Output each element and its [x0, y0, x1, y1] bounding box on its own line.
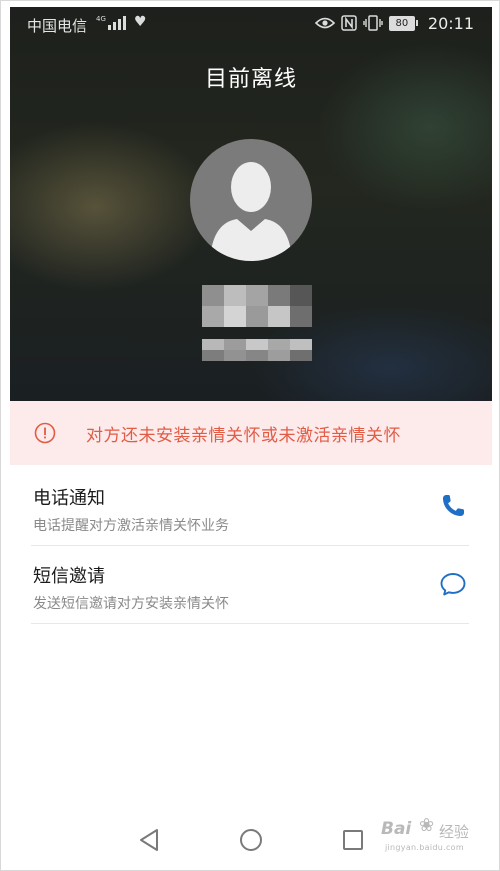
sms-invite-option[interactable]: 短信邀请 发送短信邀请对方安装亲情关怀 — [31, 545, 469, 624]
home-circle-icon[interactable] — [239, 828, 263, 852]
person-silhouette-icon — [210, 162, 292, 261]
vibrate-icon — [363, 15, 383, 31]
phone-notify-option[interactable]: 电话通知 电话提醒对方激活亲情关怀业务 — [31, 467, 469, 546]
phone-screen: 中国电信 4G ♥ 80 20:11 目前离线 对方还未安装亲情关怀或未激活亲情… — [0, 0, 500, 871]
eye-icon — [314, 17, 335, 29]
clock: 20:11 — [427, 13, 474, 33]
chat-bubble-icon[interactable] — [439, 570, 467, 598]
network-type-label: 4G — [96, 15, 106, 23]
battery-level: 80 — [388, 15, 415, 31]
battery-indicator: 80 — [388, 15, 418, 31]
call-status-title: 目前离线 — [204, 67, 297, 92]
not-activated-warning-banner: 对方还未安装亲情关怀或未激活亲情关怀 — [10, 401, 492, 465]
baidu-jingyan-watermark: Bai ❀ 经验 jingyan.baidu.com — [381, 815, 491, 859]
option-title: 短信邀请 — [33, 566, 105, 587]
blurred-contact-name — [202, 285, 312, 327]
watermark-logo-text: Bai — [381, 819, 412, 839]
exclamation-circle-icon — [34, 422, 56, 444]
avatar — [190, 139, 312, 261]
carrier-label: 中国电信 — [27, 17, 88, 35]
warning-text: 对方还未安装亲情关怀或未激活亲情关怀 — [86, 425, 401, 446]
option-description: 发送短信邀请对方安装亲情关怀 — [33, 596, 229, 612]
option-title: 电话通知 — [33, 488, 105, 509]
back-triangle-icon[interactable] — [137, 827, 161, 853]
paw-icon: ❀ — [419, 815, 435, 836]
option-description: 电话提醒对方激活亲情关怀业务 — [33, 518, 229, 534]
signal-4g-icon: 4G — [96, 15, 126, 30]
watermark-url: jingyan.baidu.com — [385, 843, 464, 852]
heart-icon: ♥ — [134, 14, 147, 30]
blurred-contact-number — [202, 339, 312, 361]
phone-icon[interactable] — [439, 492, 467, 520]
status-bar: 中国电信 4G ♥ 80 20:11 — [10, 7, 492, 39]
recent-apps-square-icon[interactable] — [342, 829, 364, 851]
call-header: 中国电信 4G ♥ 80 20:11 目前离线 — [10, 7, 492, 401]
status-right-group: 80 20:11 — [314, 13, 474, 33]
watermark-jingyan-text: 经验 — [439, 823, 470, 841]
nfc-icon — [341, 15, 357, 31]
